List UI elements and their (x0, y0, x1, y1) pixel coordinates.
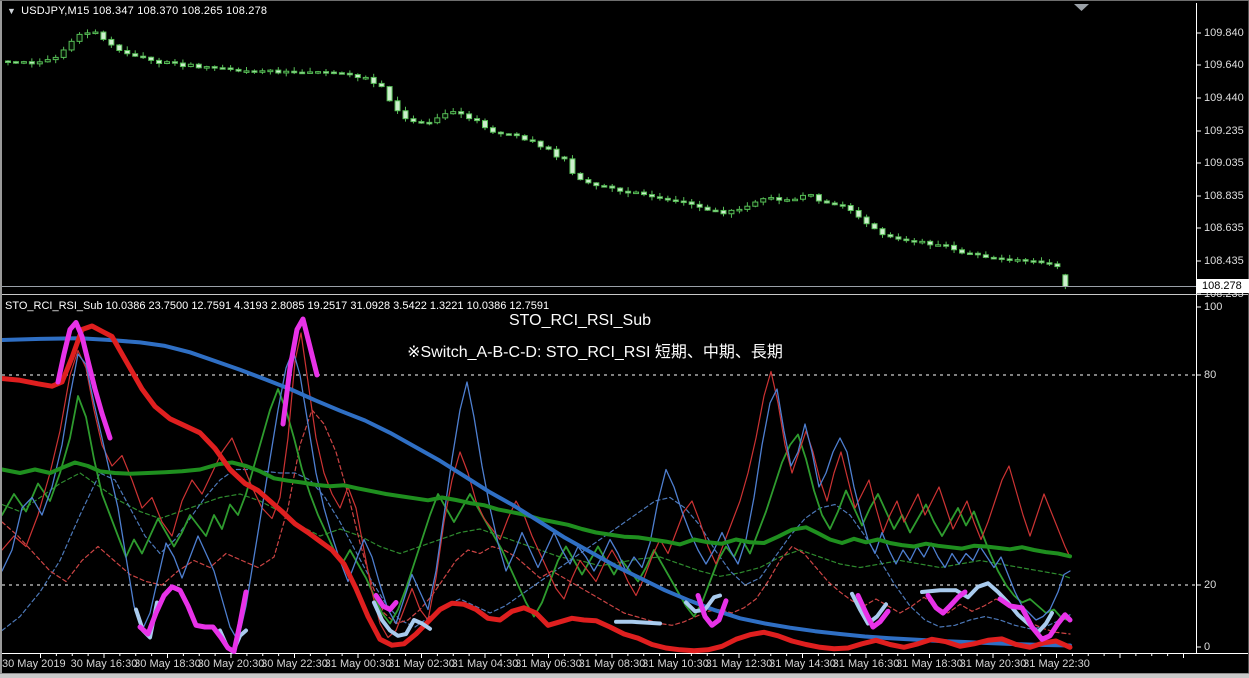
time-axis-label: 31 May 22:30 (1023, 658, 1090, 670)
indicator-switch-annotation: ※Switch_A-B-C-D: STO_RCI_RSI 短期、中期、長期 (407, 344, 783, 361)
current-price-badge: 108.278 (1197, 279, 1249, 293)
time-axis-label: 30 May 16:30 (70, 658, 138, 670)
time-axis-label: 31 May 10:30 (642, 658, 709, 670)
indicator-values-readout: STO_RCI_RSI_Sub 10.0386 23.7500 12.7591 … (5, 300, 550, 312)
time-axis-label: 30 May 22:30 (261, 658, 328, 670)
time-axis-label: 31 May 00:30 (324, 658, 392, 670)
autoscroll-marker-icon[interactable] (1074, 4, 1089, 11)
price-axis-label: 109.440 (1204, 92, 1244, 104)
indicator-title-annotation: STO_RCI_RSI_Sub (509, 312, 651, 329)
time-axis-label: 31 May 02:30 (388, 658, 455, 670)
series-signal-magenta (137, 584, 249, 654)
price-axis-label: 108.835 (1204, 190, 1244, 202)
time-axis-label: 30 May 20:30 (197, 658, 265, 670)
series-sto-thin-green (1, 388, 1071, 625)
time-axis-label: 30 May 18:30 (134, 658, 201, 670)
series-signal-magenta (855, 593, 891, 630)
candlestick-chart[interactable] (5, 29, 1069, 290)
indicator-axis-label: 80 (1204, 369, 1217, 381)
window-left-edge (0, 1, 2, 673)
symbol-title: ▼ USDJPY,M15 108.347 108.370 108.265 108.… (7, 5, 267, 17)
indicator-axis-label: 20 (1204, 579, 1217, 591)
price-axis-label: 109.235 (1204, 125, 1244, 137)
time-axis-label: 31 May 08:30 (578, 658, 646, 670)
indicator-axis-label: 100 (1204, 301, 1223, 313)
time-axis-label: 31 May 04:30 (451, 658, 519, 670)
time-axis-label: 31 May 18:30 (896, 658, 963, 670)
series-signal-light-blue (614, 619, 662, 626)
price-axis-label: 109.840 (1204, 27, 1244, 39)
time-axis-label: 31 May 20:30 (959, 658, 1027, 670)
price-axis-label: 108.635 (1204, 222, 1244, 234)
time-axis-label: 31 May 12:30 (705, 658, 773, 670)
series-sto-thin-red (1, 332, 1071, 639)
price-axis-label: 108.435 (1204, 255, 1244, 267)
indicator-axis-label: 0 (1204, 641, 1211, 653)
symbol-dropdown-icon[interactable]: ▼ (7, 6, 16, 16)
mt4-chart-window: ▼ USDJPY,M15 108.347 108.370 108.265 108.… (0, 0, 1249, 678)
price-axis-label: 109.035 (1204, 157, 1244, 169)
series-signal-magenta (925, 589, 968, 616)
time-axis-label: 31 May 16:30 (832, 658, 900, 670)
price-axis-label: 109.640 (1204, 59, 1244, 71)
time-axis-label: 31 May 14:30 (769, 658, 836, 670)
window-bottom-edge (0, 673, 1249, 678)
indicator-chart[interactable] (0, 316, 1073, 654)
series-rci-dashed-blue (1, 468, 1071, 632)
time-axis-label: 31 May 06:30 (515, 658, 582, 670)
symbol-ohlc-readout: USDJPY,M15 108.347 108.370 108.265 108.2… (21, 5, 268, 17)
time-axis-label: 30 May 2019 (2, 658, 66, 670)
